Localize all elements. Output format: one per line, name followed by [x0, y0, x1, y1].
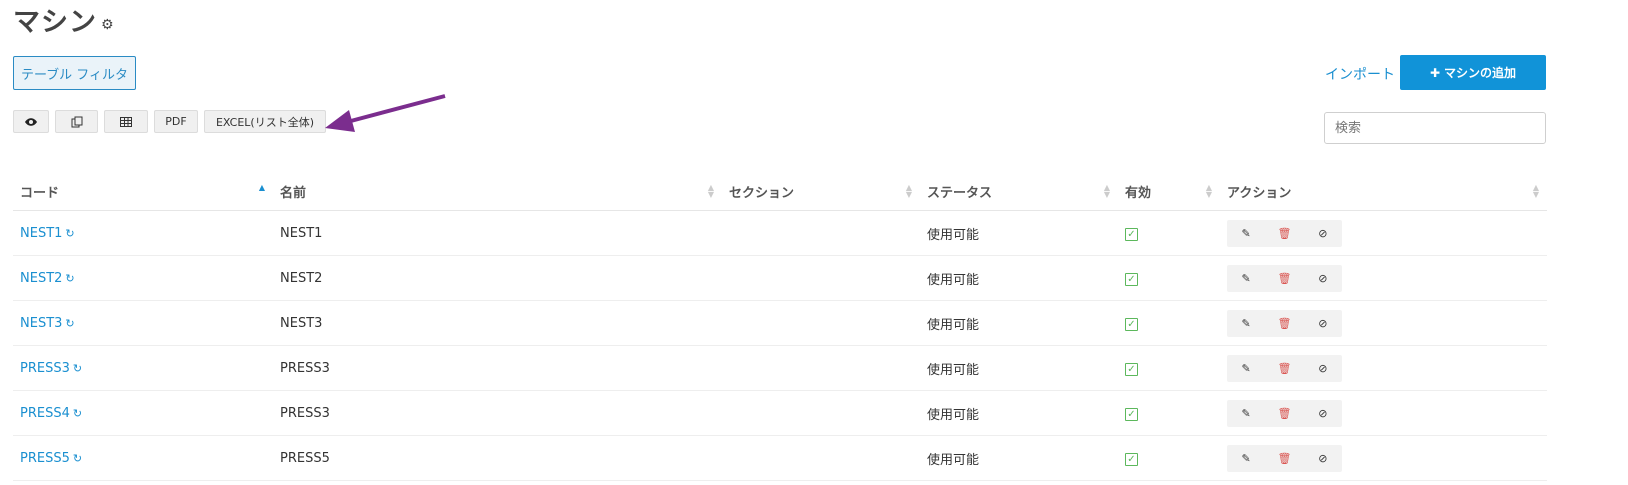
- disable-icon[interactable]: ⊘: [1304, 355, 1342, 382]
- disable-icon[interactable]: ⊘: [1304, 400, 1342, 427]
- machine-section: [722, 345, 920, 391]
- disable-icon[interactable]: ⊘: [1304, 445, 1342, 472]
- machine-name: NEST3: [273, 300, 722, 346]
- sort-icon: ▲ ▼: [707, 183, 714, 199]
- row-actions: ✎ 🗑 ⊘: [1227, 264, 1342, 292]
- machine-code-link[interactable]: PRESS5 ↻: [20, 451, 82, 466]
- enabled-check-icon: ✓: [1125, 317, 1138, 331]
- trash-icon[interactable]: 🗑: [1265, 400, 1303, 427]
- page-title: マシン ⚙: [13, 0, 115, 39]
- machine-status: 使用可能: [920, 435, 1118, 481]
- machine-status: 使用可能: [920, 345, 1118, 391]
- add-machine-button[interactable]: ✚ マシンの追加: [1400, 55, 1546, 90]
- disable-icon[interactable]: ⊘: [1304, 310, 1342, 337]
- enabled-check-icon: ✓: [1125, 407, 1138, 421]
- table-row: NEST1 ↻ NEST1 使用可能 ✓ ✎ 🗑 ⊘: [13, 210, 1547, 256]
- disable-icon[interactable]: ⊘: [1304, 265, 1342, 292]
- disable-icon[interactable]: ⊘: [1304, 220, 1342, 247]
- machine-code-link[interactable]: NEST1 ↻: [20, 226, 75, 241]
- edit-icon[interactable]: ✎: [1227, 220, 1265, 247]
- row-actions: ✎ 🗑 ⊘: [1227, 309, 1342, 337]
- enabled-check-icon: ✓: [1125, 272, 1138, 286]
- machines-table: コード ▲ 名前 ▲ ▼ セクション ▲ ▼ ステータス ▲ ▼ 有効 ▲ ▼ アクショ…: [13, 172, 1547, 481]
- sort-icon: ▲ ▼: [1205, 183, 1212, 199]
- trash-icon[interactable]: 🗑: [1265, 265, 1303, 292]
- table-row: PRESS4 ↻ PRESS3 使用可能 ✓ ✎ 🗑 ⊘: [13, 390, 1547, 436]
- pdf-button[interactable]: PDF: [154, 110, 198, 133]
- machine-code-link[interactable]: NEST3 ↻: [20, 316, 75, 331]
- trash-icon[interactable]: 🗑: [1265, 445, 1303, 472]
- table-row: NEST2 ↻ NEST2 使用可能 ✓ ✎ 🗑 ⊘: [13, 255, 1547, 301]
- table-row: PRESS3 ↻ PRESS3 使用可能 ✓ ✎ 🗑 ⊘: [13, 345, 1547, 391]
- column-visibility-button[interactable]: [13, 110, 49, 133]
- import-link[interactable]: インポート: [1325, 64, 1395, 84]
- export-toolbar: PDF EXCEL(リスト全体): [13, 110, 326, 133]
- search-input[interactable]: [1324, 112, 1546, 144]
- trash-icon[interactable]: 🗑: [1265, 220, 1303, 247]
- column-header-section[interactable]: セクション ▲ ▼: [722, 172, 920, 211]
- csv-button[interactable]: [104, 110, 148, 133]
- machine-code-link[interactable]: NEST2 ↻: [20, 271, 75, 286]
- column-header-name[interactable]: 名前 ▲ ▼: [273, 172, 722, 211]
- copy-button[interactable]: [55, 110, 98, 133]
- row-actions: ✎ 🗑 ⊘: [1227, 219, 1342, 247]
- edit-icon[interactable]: ✎: [1227, 355, 1265, 382]
- refresh-icon: ↻: [72, 406, 83, 420]
- row-actions: ✎ 🗑 ⊘: [1227, 399, 1342, 427]
- trash-icon[interactable]: 🗑: [1265, 310, 1303, 337]
- edit-icon[interactable]: ✎: [1227, 445, 1265, 472]
- enabled-check-icon: ✓: [1125, 452, 1138, 466]
- machine-section: [722, 255, 920, 301]
- machine-section: [722, 390, 920, 436]
- gear-icon[interactable]: ⚙: [101, 17, 115, 33]
- machine-name: NEST1: [273, 210, 722, 256]
- refresh-icon: ↻: [65, 271, 75, 285]
- row-actions: ✎ 🗑 ⊘: [1227, 444, 1342, 472]
- refresh-icon: ↻: [72, 361, 83, 375]
- table-row: NEST3 ↻ NEST3 使用可能 ✓ ✎ 🗑 ⊘: [13, 300, 1547, 346]
- column-header-actions[interactable]: アクション ▲ ▼: [1220, 172, 1547, 211]
- trash-icon[interactable]: 🗑: [1265, 355, 1303, 382]
- excel-button[interactable]: EXCEL(リスト全体): [204, 110, 326, 133]
- enabled-check-icon: ✓: [1125, 227, 1138, 241]
- machine-name: PRESS5: [273, 435, 722, 481]
- plus-icon: ✚: [1429, 65, 1441, 80]
- machine-code-link[interactable]: PRESS4 ↻: [20, 406, 82, 421]
- sort-icon: ▲ ▼: [1103, 183, 1110, 199]
- machine-name: NEST2: [273, 255, 722, 301]
- machine-section: [722, 435, 920, 481]
- add-machine-label: マシンの追加: [1444, 66, 1517, 80]
- eye-icon: [25, 117, 37, 126]
- column-header-enabled[interactable]: 有効 ▲ ▼: [1118, 172, 1220, 211]
- enabled-check-icon: ✓: [1125, 362, 1138, 376]
- annotation-arrow: [325, 94, 446, 132]
- machine-code-link[interactable]: PRESS3 ↻: [20, 361, 82, 376]
- table-row: PRESS5 ↻ PRESS5 使用可能 ✓ ✎ 🗑 ⊘: [13, 435, 1547, 481]
- machine-status: 使用可能: [920, 300, 1118, 346]
- sort-icon: ▲ ▼: [905, 183, 912, 199]
- column-header-code[interactable]: コード ▲: [13, 172, 273, 211]
- edit-icon[interactable]: ✎: [1227, 310, 1265, 337]
- refresh-icon: ↻: [72, 451, 83, 465]
- sort-icon: ▲ ▼: [1532, 183, 1539, 199]
- refresh-icon: ↻: [65, 226, 75, 240]
- table-header-row: コード ▲ 名前 ▲ ▼ セクション ▲ ▼ ステータス ▲ ▼ 有効 ▲ ▼ アクショ…: [13, 172, 1547, 211]
- machine-name: PRESS3: [273, 390, 722, 436]
- machine-section: [722, 210, 920, 256]
- row-actions: ✎ 🗑 ⊘: [1227, 354, 1342, 382]
- refresh-icon: ↻: [65, 316, 75, 330]
- machine-status: 使用可能: [920, 255, 1118, 301]
- table-filter-button[interactable]: テーブル フィルタ: [13, 56, 136, 90]
- edit-icon[interactable]: ✎: [1227, 265, 1265, 292]
- machine-name: PRESS3: [273, 345, 722, 391]
- edit-icon[interactable]: ✎: [1227, 400, 1265, 427]
- copy-icon: [71, 116, 82, 127]
- machine-section: [722, 300, 920, 346]
- machine-status: 使用可能: [920, 210, 1118, 256]
- machine-status: 使用可能: [920, 390, 1118, 436]
- page-title-text: マシン: [13, 7, 97, 38]
- column-header-status[interactable]: ステータス ▲ ▼: [920, 172, 1118, 211]
- table-icon: [120, 116, 132, 127]
- sort-asc-icon: ▲: [258, 183, 265, 192]
